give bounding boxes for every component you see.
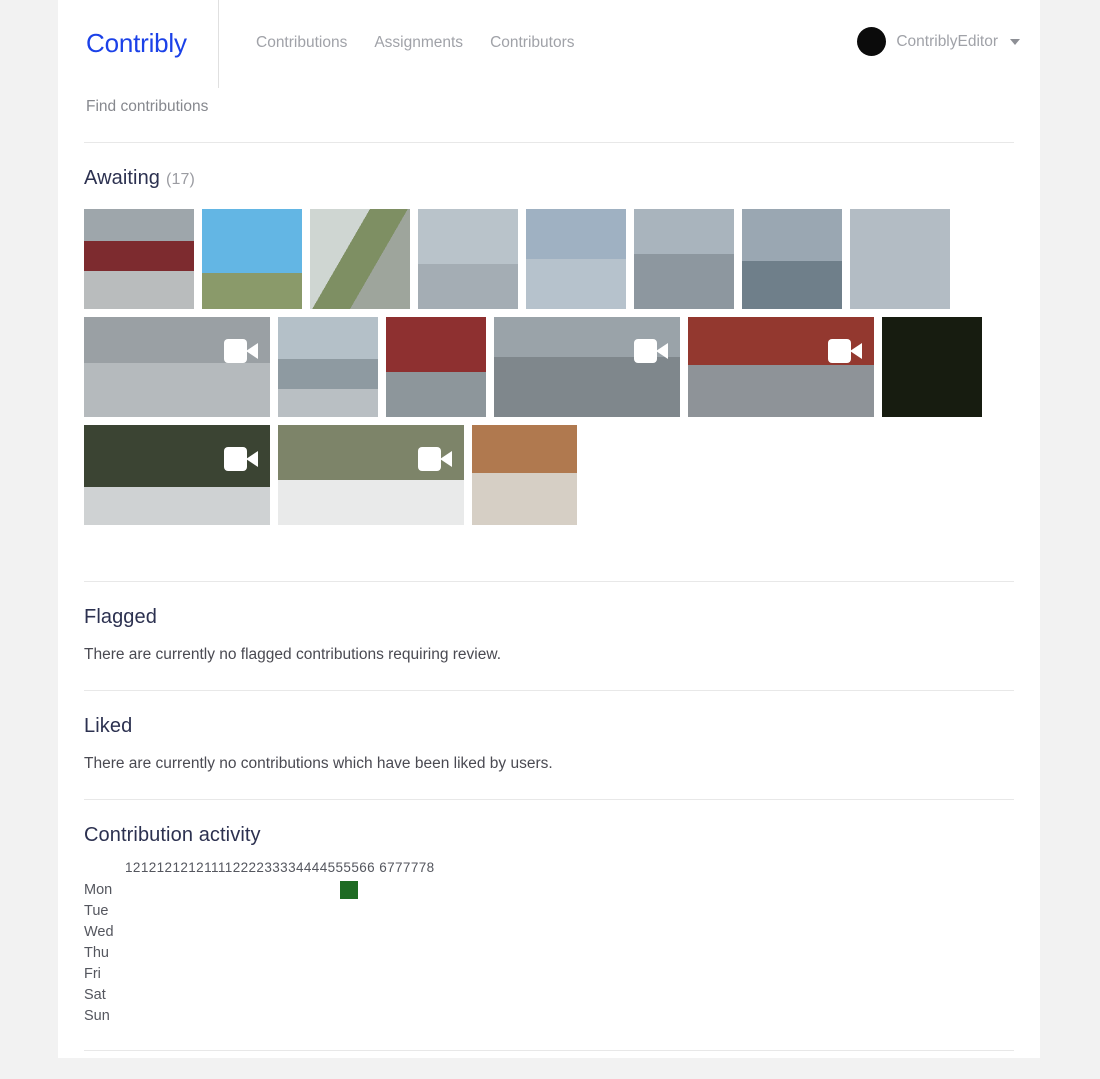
liked-empty-text: There are currently no contributions whi…	[84, 755, 553, 772]
thumb-bus-rainy-street-video[interactable]	[688, 317, 874, 417]
video-camera-icon	[224, 447, 258, 471]
awaiting-count: (17)	[166, 171, 195, 188]
thumb-red-bus-flood[interactable]	[386, 317, 486, 417]
flagged-title: Flagged	[84, 606, 157, 628]
thumbnail-image	[850, 209, 950, 309]
thumbnail-image	[882, 317, 982, 417]
app-header: Contribly Contributions Assignments Cont…	[58, 0, 1040, 88]
thumbnail-image	[310, 209, 410, 309]
contribution-activity-section: Contribution activity 121212121211112222…	[58, 800, 1040, 1050]
brand-logo[interactable]: Contribly	[86, 28, 187, 59]
thumb-red-arrows-sky[interactable]	[850, 209, 950, 309]
liked-title: Liked	[84, 715, 133, 737]
activity-cell[interactable]	[340, 881, 358, 899]
thumbnail-row	[84, 317, 1014, 417]
thumbnail-row	[84, 425, 1014, 525]
thumbnail-image	[84, 425, 270, 525]
awaiting-thumbnail-grid	[84, 190, 1014, 581]
main-nav: Contributions Assignments Contributors	[256, 34, 575, 52]
thumbnail-image	[202, 209, 302, 309]
thumb-aircraft-smoke[interactable]	[418, 209, 518, 309]
thumb-shopfront[interactable]	[84, 209, 194, 309]
thumb-sheep-on-car-video[interactable]	[278, 425, 464, 525]
avatar	[857, 27, 887, 56]
chevron-down-icon	[1010, 38, 1020, 45]
thumb-hi-vis-worker-video[interactable]	[494, 317, 680, 417]
thumbnail-image	[84, 209, 194, 309]
thumbnail-image	[688, 317, 874, 417]
activity-calendar: Mon Tue Wed Thu Fri Sat Sun	[84, 880, 1014, 1026]
thumb-jets-contrails[interactable]	[526, 209, 626, 309]
thumbnail-image	[526, 209, 626, 309]
activity-title: Contribution activity	[84, 824, 261, 846]
thumb-emu-road-sign[interactable]	[202, 209, 302, 309]
header-divider	[218, 0, 219, 88]
awaiting-section: Awaiting (17)	[58, 143, 1040, 581]
video-camera-icon	[418, 447, 452, 471]
liked-section: Liked There are currently no contributio…	[58, 691, 1040, 799]
awaiting-title-text: Awaiting	[84, 167, 161, 189]
divider-footer	[84, 1050, 1014, 1051]
thumb-vulcan-bomber[interactable]	[634, 209, 734, 309]
thumbnail-image	[472, 425, 577, 525]
nav-contributions[interactable]: Contributions	[256, 34, 347, 52]
awaiting-title: Awaiting (17)	[84, 143, 1014, 190]
thumbnail-image	[494, 317, 680, 417]
activity-month-labels: 12121212121111222233334444555566 6777778	[125, 860, 435, 875]
thumb-red-arrows-sea[interactable]	[742, 209, 842, 309]
thumb-flooded-road-video[interactable]	[84, 317, 270, 417]
thumb-car-hillside-video[interactable]	[84, 425, 270, 525]
thumbnail-image	[386, 317, 486, 417]
thumb-wet-street[interactable]	[278, 317, 378, 417]
find-contributions-link[interactable]: Find contributions	[86, 98, 208, 116]
thumbnail-image	[84, 317, 270, 417]
thumbnail-image	[418, 209, 518, 309]
thumb-speed-sign-35[interactable]	[310, 209, 410, 309]
user-menu[interactable]: ContriblyEditor	[857, 27, 1020, 56]
thumbnail-row	[84, 209, 1014, 309]
page-card: Contribly Contributions Assignments Cont…	[58, 0, 1040, 1058]
flagged-section: Flagged There are currently no flagged c…	[58, 582, 1040, 690]
thumbnail-image	[742, 209, 842, 309]
activity-cells	[125, 880, 1014, 1026]
nav-assignments[interactable]: Assignments	[374, 34, 463, 52]
thumb-bird-coffee-cup[interactable]	[472, 425, 577, 525]
nav-contributors[interactable]: Contributors	[490, 34, 574, 52]
thumbnail-image	[278, 425, 464, 525]
thumbnail-image	[278, 317, 378, 417]
find-bar: Find contributions	[58, 88, 1040, 142]
video-camera-icon	[634, 339, 668, 363]
flagged-empty-text: There are currently no flagged contribut…	[84, 646, 502, 663]
thumb-no-swimming-sign[interactable]	[882, 317, 982, 417]
video-camera-icon	[224, 339, 258, 363]
video-camera-icon	[828, 339, 862, 363]
thumbnail-image	[634, 209, 734, 309]
user-name-label: ContriblyEditor	[896, 32, 998, 50]
